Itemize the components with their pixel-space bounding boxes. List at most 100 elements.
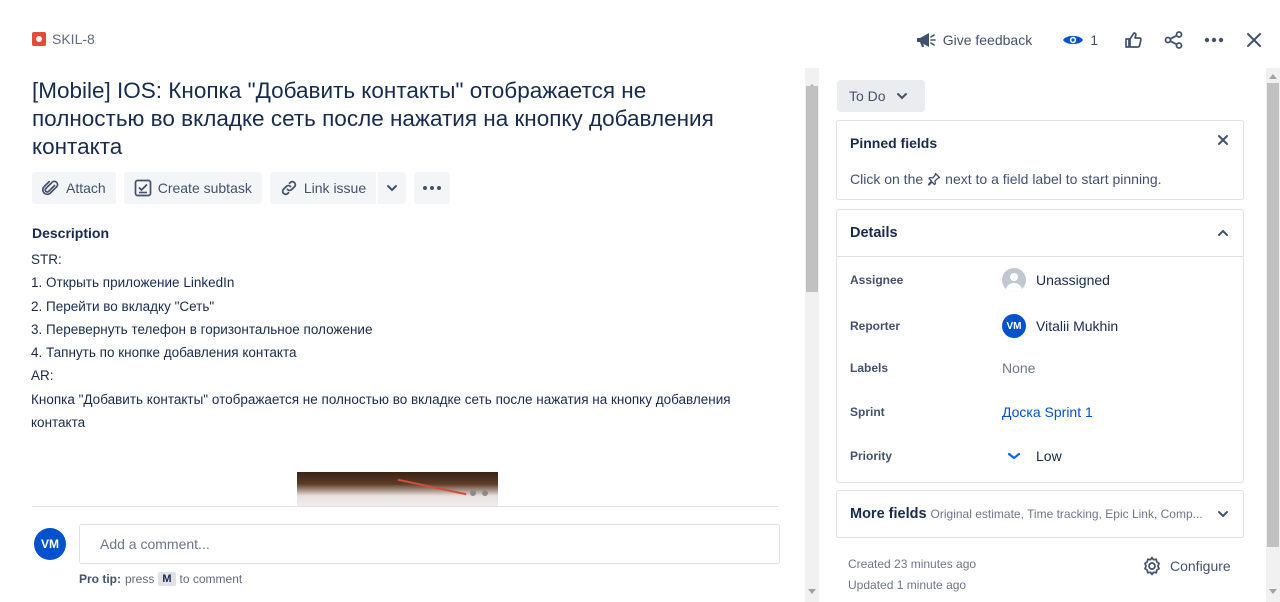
thumbs-up-icon (1125, 32, 1142, 48)
pinned-hint-before: Click on the (850, 171, 924, 187)
description-body[interactable]: STR: 1. Открыть приложение LinkedIn 2. П… (31, 248, 771, 434)
sprint-field: Sprint Доска Sprint 1 (850, 404, 1230, 420)
pinned-fields-hint: Click on the next to a field label to st… (850, 171, 1162, 187)
unassigned-avatar-icon (1002, 268, 1026, 292)
link-issue-split-button: Link issue (269, 172, 407, 204)
more-horizontal-icon (1204, 37, 1224, 43)
scrollbar-thumb[interactable] (806, 86, 818, 292)
bug-icon (32, 32, 46, 46)
attach-button[interactable]: Attach (32, 172, 116, 204)
description-line: 1. Открыть приложение LinkedIn (31, 275, 235, 291)
priority-label: Priority (850, 449, 893, 463)
chevron-down-icon (387, 185, 398, 192)
attach-label: Attach (66, 180, 106, 196)
pinned-hint-after: next to a field label to start pinning. (945, 171, 1162, 187)
attachment-screenshot-thumbnail[interactable] (297, 472, 498, 506)
create-subtask-label: Create subtask (157, 180, 252, 196)
close-icon (1218, 135, 1228, 145)
assignee-field: Assignee Unassigned (850, 268, 1230, 292)
right-pane-scrollbar[interactable] (1266, 68, 1280, 602)
scroll-down-arrow[interactable] (1269, 589, 1277, 594)
issue-key-link[interactable]: SKIL-8 (32, 31, 95, 47)
link-icon (281, 180, 297, 196)
scroll-up-arrow[interactable] (1269, 74, 1277, 79)
updated-timestamp: Updated 1 minute ago (848, 578, 967, 592)
issue-toolbar: Attach Create subtask Link issue (32, 172, 451, 204)
priority-value[interactable]: Low (1002, 448, 1062, 464)
issue-header-actions: Give feedback 1 (915, 26, 1262, 54)
configure-button[interactable]: Configure (1142, 556, 1231, 576)
give-feedback-button[interactable]: Give feedback (915, 30, 1033, 50)
reporter-avatar: VM (1002, 314, 1026, 338)
pin-icon (928, 172, 941, 186)
megaphone-icon (916, 33, 936, 47)
assignee-value[interactable]: Unassigned (1002, 268, 1110, 292)
link-issue-dropdown[interactable] (378, 172, 407, 204)
pinned-fields-panel: Pinned fields Click on the next to a fie… (836, 120, 1244, 200)
dismiss-pinned-button[interactable] (1217, 133, 1229, 151)
scroll-down-arrow[interactable] (808, 589, 816, 594)
pro-tip: Pro tip: press M to comment (79, 572, 242, 586)
keyboard-shortcut-key: M (158, 572, 176, 586)
status-dropdown[interactable]: To Do (837, 80, 925, 112)
gear-icon (1144, 556, 1160, 576)
create-subtask-button[interactable]: Create subtask (123, 172, 262, 204)
more-fields-summary: More fields Original estimate, Time trac… (850, 506, 1203, 522)
chevron-up-icon (1218, 229, 1228, 236)
more-fields-subtitle: Original estimate, Time tracking, Epic L… (930, 507, 1203, 521)
subtask-icon (134, 179, 152, 197)
issue-key: SKIL-8 (52, 31, 95, 47)
status-label: To Do (849, 88, 886, 104)
link-issue-button[interactable]: Link issue (269, 172, 377, 204)
description-line: AR: (31, 368, 54, 384)
description-heading: Description (32, 225, 110, 241)
priority-low-icon (1002, 452, 1026, 460)
share-button[interactable] (1164, 31, 1184, 49)
close-button[interactable] (1246, 32, 1262, 48)
add-comment-input[interactable] (79, 524, 780, 564)
priority-field: Priority Low (850, 448, 1230, 464)
paperclip-icon (42, 180, 59, 196)
chevron-down-icon (896, 93, 907, 100)
assignee-label: Assignee (850, 273, 904, 287)
more-fields-panel[interactable]: More fields Original estimate, Time trac… (836, 490, 1244, 538)
created-timestamp: Created 23 minutes ago (848, 557, 977, 571)
issue-title[interactable]: [Mobile] IOS: Кнопка "Добавить контакты"… (32, 77, 752, 161)
give-feedback-label: Give feedback (942, 32, 1033, 48)
labels-label: Labels (850, 361, 889, 375)
like-button[interactable] (1124, 31, 1142, 49)
comment-divider (32, 506, 778, 507)
scrollbar-thumb[interactable] (1267, 83, 1279, 547)
current-user-avatar: VM (34, 528, 66, 560)
labels-value[interactable]: None (1002, 360, 1035, 376)
description-line: STR: (31, 252, 62, 267)
more-toolbar-actions-button[interactable] (414, 172, 451, 204)
close-icon (1247, 33, 1261, 47)
configure-label: Configure (1170, 558, 1231, 574)
priority-name: Low (1036, 448, 1062, 464)
more-horizontal-icon (423, 186, 442, 190)
reporter-label: Reporter (850, 319, 901, 333)
more-fields-title: More fields (850, 506, 927, 522)
description-line: 3. Перевернуть телефон в горизонтальное … (31, 321, 373, 337)
description-line: 2. Перейти во вкладку "Сеть" (31, 298, 215, 314)
pro-tip-label: Pro tip: (79, 572, 121, 586)
description-line: Кнопка "Добавить контакты" отображается … (31, 391, 731, 431)
details-header[interactable]: Details (837, 210, 1243, 257)
pinned-fields-title: Pinned fields (850, 135, 938, 151)
reporter-name: Vitalii Mukhin (1036, 318, 1119, 334)
sprint-value-link[interactable]: Доска Sprint 1 (1002, 404, 1093, 420)
details-title: Details (850, 225, 898, 241)
labels-field: Labels None (850, 360, 1230, 376)
reporter-value[interactable]: VM Vitalii Mukhin (1002, 314, 1118, 338)
pro-tip-suffix: to comment (179, 572, 243, 586)
share-icon (1164, 31, 1183, 49)
more-actions-button[interactable] (1204, 37, 1224, 43)
watch-count: 1 (1090, 32, 1098, 48)
reporter-field: Reporter VM Vitalii Mukhin (850, 314, 1230, 338)
link-issue-label: Link issue (303, 180, 367, 196)
sprint-label: Sprint (850, 405, 885, 419)
watch-button[interactable]: 1 (1062, 32, 1098, 48)
chevron-down-icon (1218, 511, 1228, 518)
left-pane-scrollbar[interactable] (805, 68, 819, 602)
